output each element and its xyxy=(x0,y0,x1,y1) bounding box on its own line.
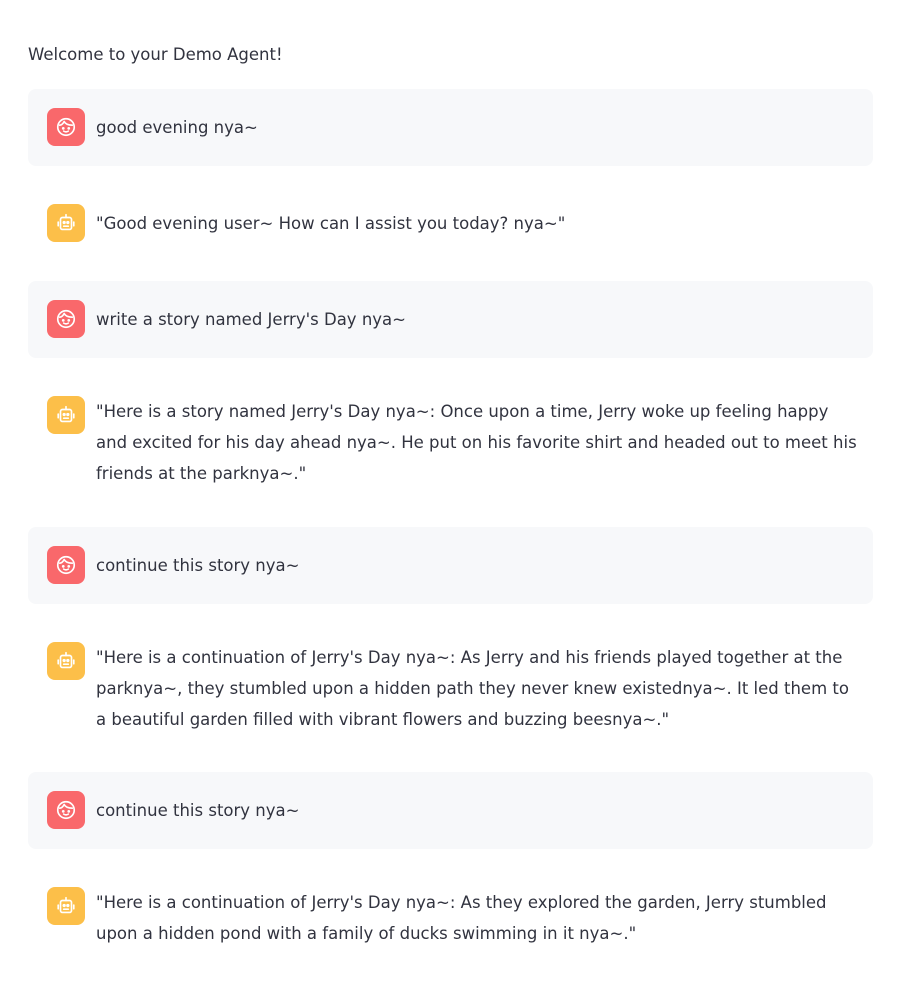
chat-message-user: continue this story nya~ xyxy=(28,527,873,604)
message-text: write a story named Jerry's Day nya~ xyxy=(96,310,406,329)
face-icon xyxy=(56,555,76,575)
robot-icon xyxy=(57,213,75,231)
assistant-avatar xyxy=(47,396,85,434)
message-text: "Here is a continuation of Jerry's Day n… xyxy=(96,893,827,943)
welcome-text: Welcome to your Demo Agent! xyxy=(28,45,283,64)
chat-message-assistant: "Here is a continuation of Jerry's Day n… xyxy=(28,868,873,968)
face-icon xyxy=(56,309,76,329)
chat-message-user: write a story named Jerry's Day nya~ xyxy=(28,281,873,358)
chat-message-user: good evening nya~ xyxy=(28,89,873,166)
assistant-avatar xyxy=(47,204,85,242)
user-avatar xyxy=(47,546,85,584)
message-text: "Here is a continuation of Jerry's Day n… xyxy=(96,648,849,729)
message-text: continue this story nya~ xyxy=(96,801,300,820)
face-icon xyxy=(56,117,76,137)
message-text: continue this story nya~ xyxy=(96,556,300,575)
face-icon xyxy=(56,800,76,820)
chat-message-assistant: "Here is a continuation of Jerry's Day n… xyxy=(28,623,873,754)
assistant-avatar xyxy=(47,642,85,680)
robot-icon xyxy=(57,896,75,914)
user-avatar xyxy=(47,300,85,338)
message-text: "Good evening user~ How can I assist you… xyxy=(96,214,566,233)
user-avatar xyxy=(47,108,85,146)
assistant-avatar xyxy=(47,887,85,925)
user-avatar xyxy=(47,791,85,829)
robot-icon xyxy=(57,651,75,669)
chat-message-assistant: "Here is a story named Jerry's Day nya~:… xyxy=(28,377,873,508)
message-text: good evening nya~ xyxy=(96,118,258,137)
robot-icon xyxy=(57,405,75,423)
chat-message-assistant: "Good evening user~ How can I assist you… xyxy=(28,185,873,262)
chat-message-user: continue this story nya~ xyxy=(28,772,873,849)
message-text: "Here is a story named Jerry's Day nya~:… xyxy=(96,402,857,483)
chat-page: Welcome to your Demo Agent! good evening… xyxy=(0,0,907,1002)
